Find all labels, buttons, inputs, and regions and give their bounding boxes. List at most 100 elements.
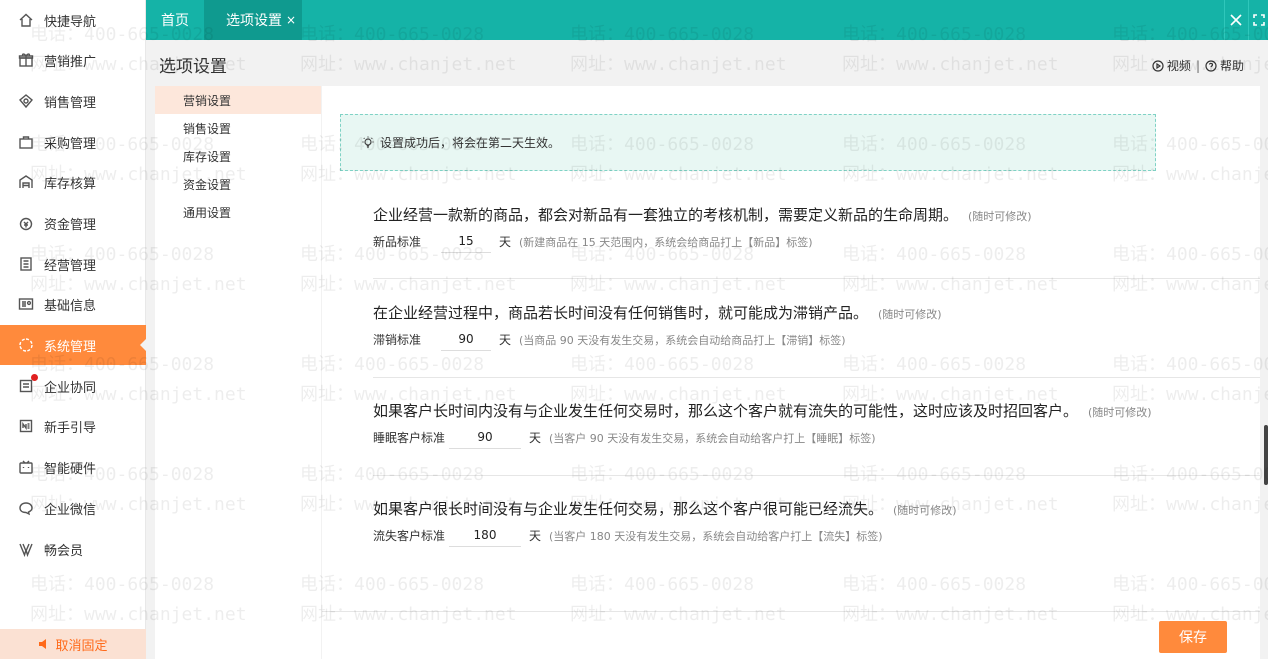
setting-question-text: 如果客户很长时间没有与企业发生任何交易，那么这个客户很可能已经流失。 (373, 500, 884, 518)
report-icon (17, 255, 35, 273)
setting-description: (新建商品在 15 天范围内，系统会给商品打上【新品】标签) (519, 235, 813, 249)
submenu-item-marketing[interactable]: 营销设置 (155, 86, 321, 114)
tab-options-label: 选项设置 (226, 13, 282, 29)
setting-row: 流失客户标准 180 天 (当客户 180 天没有发生交易，系统会自动给客户打上… (373, 524, 883, 547)
warehouse-icon (17, 173, 35, 191)
speaker-icon (39, 639, 51, 649)
setting-unit: 天 (499, 333, 512, 347)
divider (373, 475, 1260, 476)
sidebar-item-label: 库存核算 (44, 176, 97, 192)
sidebar-item-system[interactable]: 系统管理 (0, 325, 146, 365)
notification-dot (31, 374, 38, 381)
submenu-item-funds[interactable]: 资金设置 (155, 170, 321, 198)
device-icon (17, 458, 35, 476)
video-link[interactable]: 视频 (1152, 57, 1191, 74)
sidebar-item-wechat[interactable]: 企业微信 (0, 488, 146, 528)
help-link[interactable]: 帮助 (1205, 57, 1244, 74)
lightbulb-icon (362, 136, 374, 148)
setting-question: 如果客户长时间内没有与企业发生任何交易时，那么这个客户就有流失的可能性，这时应该… (373, 400, 1152, 421)
sidebar-item-label: 经营管理 (44, 258, 97, 274)
video-link-label: 视频 (1166, 59, 1191, 73)
help-link-label: 帮助 (1219, 59, 1244, 73)
unpin-label: 取消固定 (55, 638, 108, 654)
sidebar-item-sales[interactable]: 销售管理 (0, 81, 146, 121)
setting-unit: 天 (499, 235, 512, 249)
setting-question-text: 如果客户长时间内没有与企业发生任何交易时，那么这个客户就有流失的可能性，这时应该… (373, 402, 1079, 420)
setting-unit: 天 (529, 431, 542, 445)
submenu-item-inventory[interactable]: 库存设置 (155, 142, 321, 170)
new-product-days-input[interactable]: 15 (441, 230, 491, 253)
close-all-button[interactable] (1224, 0, 1246, 40)
watermark-site: 网址：www.chanjet.net (300, 54, 517, 75)
sidebar-item-label: 基础信息 (44, 298, 97, 314)
setting-row: 新品标准 15 天 (新建商品在 15 天范围内，系统会给商品打上【新品】标签) (373, 230, 813, 253)
page-title: 选项设置 (159, 57, 227, 77)
tip-banner: 设置成功后，将会在第二天生效。 (340, 114, 1156, 171)
sidebar-item-basic-info[interactable]: 基础信息 (0, 284, 146, 324)
dormant-customer-days-input[interactable]: 90 (449, 426, 521, 449)
setting-hint: (随时可修改) (893, 504, 957, 517)
sidebar-item-purchase[interactable]: 采购管理 (0, 122, 146, 162)
scrollbar-thumb[interactable] (1264, 425, 1268, 485)
bag-icon (17, 133, 35, 151)
tab-close-icon[interactable]: × (286, 13, 296, 27)
fullscreen-icon (1252, 14, 1265, 26)
sidebar-item-label: 销售管理 (44, 95, 97, 111)
save-button[interactable]: 保存 (1159, 621, 1227, 653)
submenu-item-sales[interactable]: 销售设置 (155, 114, 321, 142)
sidebar-item-guide[interactable]: 新手引导 (0, 406, 146, 446)
sidebar-item-quick-nav[interactable]: 快捷导航 (0, 0, 146, 40)
sidebar-item-label: 快捷导航 (44, 14, 97, 30)
tab-home-label: 首页 (161, 13, 189, 29)
settings-icon (17, 336, 35, 354)
fullscreen-button[interactable] (1248, 0, 1268, 40)
setting-label: 滞销标准 (373, 333, 422, 347)
sidebar-item-label: 新手引导 (44, 420, 97, 436)
sidebar-item-funds[interactable]: 资金管理 (0, 203, 146, 243)
help-icon (1205, 59, 1217, 72)
sidebar-item-label: 营销推广 (44, 54, 97, 70)
vip-icon (17, 540, 35, 558)
setting-hint: (随时可修改) (968, 210, 1032, 223)
setting-hint: (随时可修改) (878, 308, 942, 321)
sidebar-item-label: 智能硬件 (44, 461, 97, 477)
sidebar-item-hardware[interactable]: 智能硬件 (0, 447, 146, 487)
divider (373, 377, 1260, 378)
setting-hint: (随时可修改) (1088, 406, 1152, 419)
sales-icon (17, 92, 35, 110)
sidebar-item-label: 畅会员 (44, 543, 84, 559)
play-icon (1152, 59, 1164, 72)
submenu-item-general[interactable]: 通用设置 (155, 198, 321, 226)
money-icon (17, 214, 35, 232)
unpin-button[interactable]: 取消固定 (0, 629, 146, 659)
setting-description: (当客户 90 天没有发生交易，系统会自动给客户打上【睡眠】标签) (549, 431, 876, 445)
sidebar-item-label: 企业协同 (44, 380, 97, 396)
sidebar-item-vip[interactable]: 畅会员 (0, 529, 146, 569)
tab-options[interactable]: 选项设置 × (204, 0, 302, 40)
guide-icon (17, 417, 35, 435)
divider (373, 278, 1260, 279)
setting-question: 如果客户很长时间没有与企业发生任何交易，那么这个客户很可能已经流失。 (随时可修改… (373, 498, 957, 519)
sidebar-item-collaboration[interactable]: 企业协同 (0, 366, 146, 406)
sidebar-item-marketing[interactable]: 营销推广 (0, 40, 146, 80)
setting-question-text: 在企业经营过程中，商品若长时间没有任何销售时，就可能成为滞销产品。 (373, 304, 869, 322)
footer-bar: 保存 (322, 611, 1260, 659)
setting-label: 流失客户标准 (373, 529, 446, 543)
watermark-site: 网址：www.chanjet.net (570, 54, 787, 75)
home-icon (17, 11, 35, 29)
settings-submenu: 营销设置 销售设置 库存设置 资金设置 通用设置 (155, 86, 321, 659)
info-card-icon (17, 295, 35, 313)
settings-content: 设置成功后，将会在第二天生效。 企业经营一款新的商品，都会对新品有一套独立的考核… (322, 86, 1260, 611)
setting-description: (当客户 180 天没有发生交易，系统会自动给客户打上【流失】标签) (549, 529, 883, 543)
setting-unit: 天 (529, 529, 542, 543)
sidebar-item-inventory[interactable]: 库存核算 (0, 162, 146, 202)
sidebar-item-label: 采购管理 (44, 136, 97, 152)
slow-moving-days-input[interactable]: 90 (441, 328, 491, 351)
setting-question: 在企业经营过程中，商品若长时间没有任何销售时，就可能成为滞销产品。 (随时可修改) (373, 302, 942, 323)
setting-description: (当商品 90 天没有发生交易，系统会自动给商品打上【滞销】标签) (519, 333, 846, 347)
sidebar-item-operations[interactable]: 经营管理 (0, 244, 146, 284)
tab-home[interactable]: 首页 (146, 0, 204, 40)
setting-question-text: 企业经营一款新的商品，都会对新品有一套独立的考核机制，需要定义新品的生命周期。 (373, 206, 959, 224)
lost-customer-days-input[interactable]: 180 (449, 524, 521, 547)
setting-question: 企业经营一款新的商品，都会对新品有一套独立的考核机制，需要定义新品的生命周期。 (… (373, 204, 1032, 225)
